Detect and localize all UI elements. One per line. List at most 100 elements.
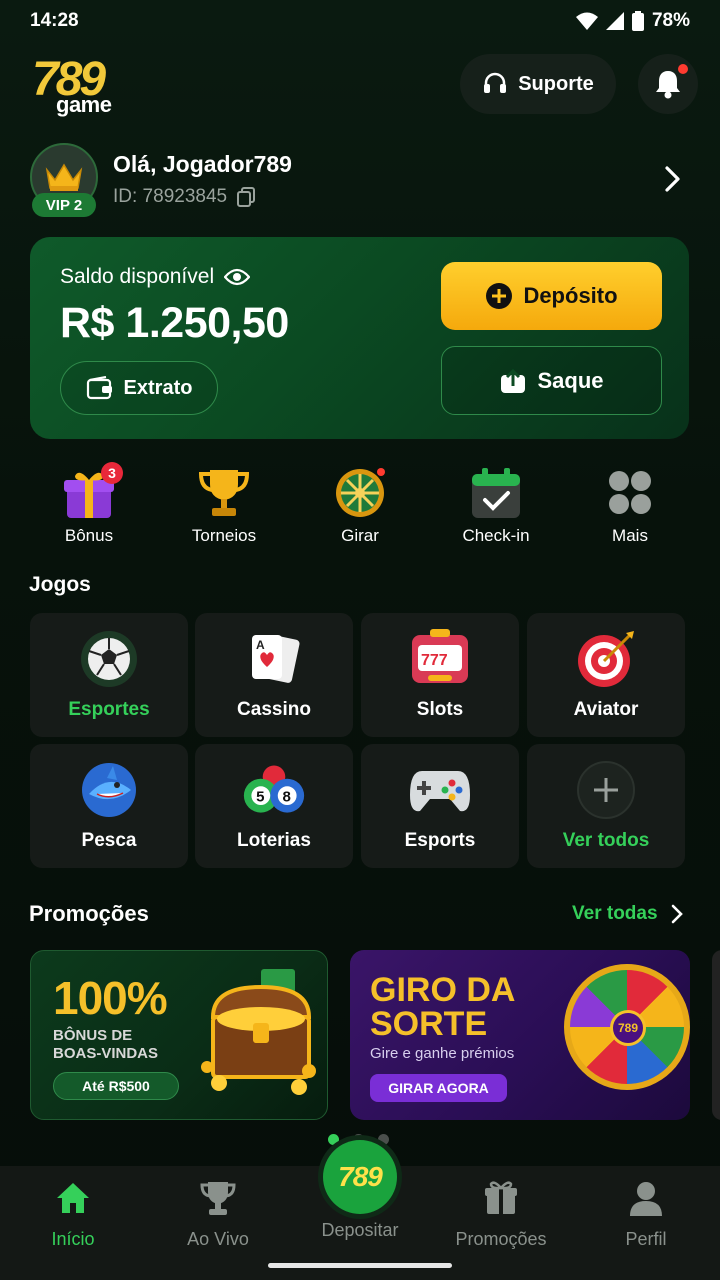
deposit-label: Depósito — [523, 283, 618, 308]
plus-icon — [574, 758, 638, 822]
quick-action-spin[interactable]: Girar — [300, 466, 420, 546]
promo-title-line2: SORTE — [370, 1005, 488, 1043]
nav-home[interactable]: Início — [13, 1178, 133, 1250]
bell-icon — [656, 71, 680, 99]
deposit-fab[interactable]: 789 — [323, 1140, 397, 1214]
quick-action-tournaments[interactable]: Torneios — [164, 466, 284, 546]
chevron-right-icon[interactable] — [660, 164, 684, 194]
lottery-balls-icon: 5 8 — [242, 758, 306, 822]
promos-title: Promoções — [29, 901, 149, 926]
notifications-button[interactable] — [638, 54, 698, 114]
quick-action-bonus[interactable]: 3 Bônus — [29, 462, 149, 546]
trophy-icon — [196, 466, 252, 520]
quick-action-label: Mais — [612, 526, 648, 545]
upload-icon — [501, 368, 526, 393]
quick-action-more[interactable]: Mais — [570, 466, 690, 546]
promo-line1: BÔNUS DE — [53, 1027, 133, 1044]
quick-action-label: Torneios — [191, 526, 257, 545]
svg-text:8: 8 — [282, 788, 290, 805]
home-icon — [57, 1183, 89, 1213]
notification-dot — [678, 64, 688, 74]
crown-icon — [45, 163, 83, 191]
game-pesca[interactable]: Pesca — [30, 744, 188, 868]
promo-big-text: 100% — [53, 972, 168, 1024]
user-id-text: ID: 78923845 — [113, 186, 228, 207]
support-button[interactable]: Suporte — [460, 54, 616, 114]
game-see-all[interactable]: Ver todos — [527, 744, 685, 868]
gamepad-icon — [408, 758, 472, 822]
copy-icon[interactable] — [237, 187, 256, 207]
home-indicator[interactable] — [268, 1263, 452, 1268]
deposit-button[interactable]: Depósito — [441, 262, 662, 330]
plus-circle-icon — [486, 283, 513, 309]
withdraw-button[interactable]: Saque — [441, 346, 662, 415]
quick-action-label: Check-in — [462, 526, 530, 545]
gift-icon — [485, 1181, 517, 1214]
promo-welcome-bonus[interactable]: 100% BÔNUS DE BOAS-VINDAS Até R$500 — [30, 950, 328, 1120]
promos-see-all-label: Ver todas — [572, 903, 658, 924]
promo-cta[interactable]: GIRAR AGORA — [370, 1074, 507, 1102]
promos-see-all[interactable]: Ver todas — [572, 903, 684, 925]
battery-icon — [631, 11, 644, 31]
promo-next-peek[interactable] — [712, 950, 720, 1120]
svg-text:777: 777 — [421, 652, 448, 669]
user-greeting: Olá, Jogador789 — [113, 151, 292, 177]
quick-action-label: Girar — [341, 526, 379, 545]
status-time: 14:28 — [30, 10, 79, 31]
game-aviator[interactable]: Aviator — [527, 613, 685, 737]
game-label: Ver todos — [562, 830, 650, 851]
wallet-icon — [86, 376, 112, 400]
vip-badge: VIP 2 — [32, 193, 96, 217]
logo-word: game — [56, 92, 112, 117]
balance-label-row: Saldo disponível — [60, 265, 251, 289]
nav-label: Promoções — [455, 1229, 547, 1249]
eye-icon[interactable] — [224, 268, 251, 286]
nav-profile[interactable]: Perfil — [586, 1178, 706, 1250]
promo-cta[interactable]: Até R$500 — [53, 1072, 179, 1100]
balance-card: Saldo disponível R$ 1.250,50 Extrato Dep… — [30, 237, 689, 439]
game-slots[interactable]: 777 Slots — [361, 613, 519, 737]
quick-action-label: Bônus — [64, 526, 114, 545]
promo-subtitle: Gire e ganhe prémios — [370, 1045, 515, 1062]
nav-label: Início — [51, 1229, 95, 1249]
headset-icon — [484, 72, 507, 93]
bonus-count-badge: 3 — [101, 462, 123, 484]
battery-percent: 78% — [651, 10, 690, 31]
game-label: Esports — [404, 830, 476, 851]
person-icon — [630, 1182, 662, 1216]
game-loterias[interactable]: 5 8 Loterias — [195, 744, 353, 868]
nav-promotions[interactable]: Promoções — [441, 1178, 561, 1250]
game-label: Esportes — [68, 699, 150, 720]
target-icon — [574, 627, 638, 691]
wheel-icon — [332, 466, 388, 520]
slot-machine-icon: 777 — [408, 627, 472, 691]
games-title: Jogos — [29, 573, 91, 596]
game-esports[interactable]: Esports — [361, 744, 519, 868]
user-id: ID: 78923845 — [113, 186, 256, 208]
shark-fish-icon — [77, 758, 141, 822]
carousel-dot[interactable] — [378, 1134, 389, 1145]
status-icons: 78% — [575, 10, 690, 32]
nav-live[interactable]: Ao Vivo — [158, 1178, 278, 1250]
trophy-icon — [200, 1182, 236, 1215]
app-logo[interactable]: 789 game — [32, 52, 142, 118]
nav-label: Depositar — [321, 1220, 399, 1240]
promo-title-line1: GIRO DA — [370, 971, 516, 1009]
wifi-icon — [575, 12, 598, 30]
chevron-right-icon — [671, 904, 683, 924]
quick-action-checkin[interactable]: Check-in — [436, 466, 556, 546]
extrato-button[interactable]: Extrato — [60, 361, 218, 415]
withdraw-label: Saque — [537, 367, 604, 393]
gift-icon: 3 — [61, 462, 123, 520]
game-label: Aviator — [573, 699, 639, 720]
svg-text:5: 5 — [256, 788, 264, 805]
carousel-dot-active[interactable] — [328, 1134, 339, 1145]
promo-lucky-spin[interactable]: GIRO DA SORTE Gire e ganhe prémios GIRAR… — [350, 950, 690, 1120]
game-cassino[interactable]: A Cassino — [195, 613, 353, 737]
svg-text:A: A — [256, 638, 265, 652]
nav-deposit[interactable]: Depositar — [300, 1220, 420, 1241]
game-esportes[interactable]: Esportes — [30, 613, 188, 737]
playing-cards-icon: A — [242, 627, 306, 691]
game-label: Cassino — [237, 699, 311, 720]
balance-amount: R$ 1.250,50 — [60, 299, 289, 347]
